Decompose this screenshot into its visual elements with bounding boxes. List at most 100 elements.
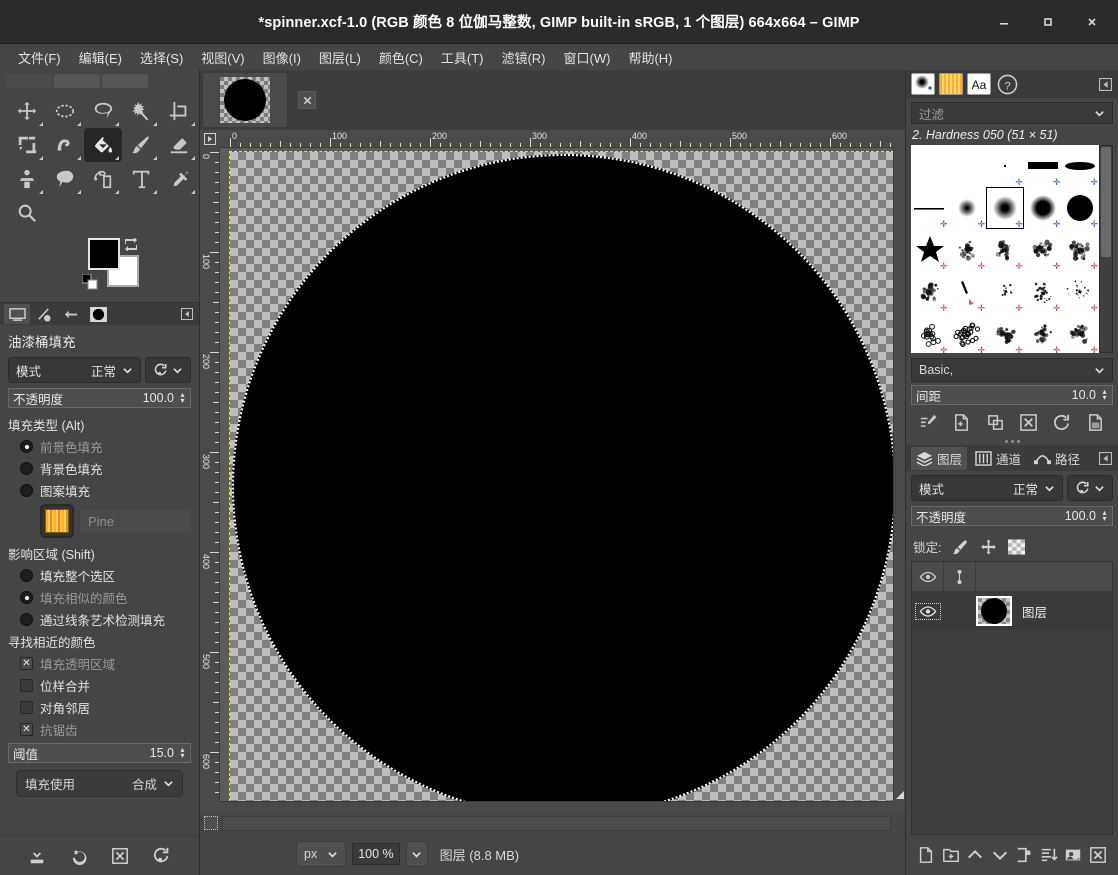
default-colors-icon[interactable] bbox=[82, 274, 98, 290]
brush-cell[interactable]: ✛ bbox=[1061, 271, 1099, 313]
quick-mask-toggle[interactable] bbox=[204, 816, 218, 830]
affected-area-line-art[interactable]: 通过线条艺术检测填充 bbox=[20, 610, 191, 629]
fill-type-foreground[interactable]: 前景色填充 bbox=[20, 437, 191, 456]
device-status-tab[interactable] bbox=[31, 304, 57, 324]
menu-select[interactable]: 选择(S) bbox=[132, 45, 191, 70]
horizontal-scrollbar[interactable] bbox=[220, 801, 893, 813]
brush-cell[interactable]: ✛ bbox=[986, 313, 1024, 353]
threshold-stepper[interactable]: ▴ ▾ bbox=[177, 746, 188, 760]
brush-grid[interactable]: ✛✛✛✛✛✛✛✛✛✛✛✛✛✛✛✛✛✛✛✛✛✛✛✛✛✛✛✛✛✛✛✛✛ bbox=[911, 145, 1099, 353]
delete-tool-options-button[interactable] bbox=[107, 844, 133, 868]
brush-cell[interactable]: ✛ bbox=[949, 271, 987, 313]
check-diagonal-neighbors[interactable]: ✕ 对角邻居 bbox=[20, 698, 191, 717]
close-button[interactable] bbox=[1070, 0, 1114, 44]
brush-cell[interactable]: ✛ bbox=[1024, 145, 1062, 187]
layer-list[interactable]: 图层 bbox=[911, 561, 1113, 835]
pattern-swatch[interactable] bbox=[40, 504, 74, 538]
brush-cell[interactable]: ✛ bbox=[1024, 271, 1062, 313]
toolbox-tab-1[interactable] bbox=[6, 74, 52, 88]
brushes-tab[interactable] bbox=[911, 73, 935, 95]
vertical-ruler[interactable]: 0 100 200 300 400 500 600 bbox=[200, 148, 220, 801]
layer-opacity-spinner[interactable]: 不透明度 100.0 ▴ ▾ bbox=[911, 506, 1113, 526]
brush-cell[interactable] bbox=[949, 145, 987, 187]
lock-alpha-icon[interactable] bbox=[1008, 538, 1026, 555]
close-image-button[interactable] bbox=[298, 91, 316, 109]
help-tab[interactable]: ? bbox=[995, 73, 1019, 95]
check-antialiasing[interactable]: ✕ 抗锯齿 bbox=[20, 720, 191, 739]
brush-cell[interactable]: ✛ bbox=[1061, 187, 1099, 229]
crop-tool[interactable] bbox=[160, 94, 198, 128]
brush-cell[interactable]: ✛ bbox=[1061, 145, 1099, 187]
threshold-spinner[interactable]: 阈值 15.0 ▴ ▾ bbox=[8, 743, 191, 763]
layer-mask-button[interactable] bbox=[1064, 846, 1082, 864]
raise-layer-button[interactable] bbox=[966, 846, 984, 864]
affected-area-similar-colors[interactable]: 填充相似的颜色 bbox=[20, 588, 191, 607]
edit-brush-button[interactable] bbox=[919, 413, 938, 432]
brush-cell[interactable]: ✛ bbox=[1061, 313, 1099, 353]
lock-pixels-icon[interactable] bbox=[952, 539, 969, 555]
reset-tool-options-button[interactable] bbox=[149, 844, 175, 868]
layer-opacity-stepper[interactable]: ▴ ▾ bbox=[1099, 509, 1110, 523]
menu-file[interactable]: 文件(F) bbox=[10, 45, 69, 70]
fuzzy-select-tool[interactable] bbox=[122, 94, 160, 128]
brush-cell[interactable]: ✛ bbox=[949, 187, 987, 229]
brush-cell[interactable]: ✛ bbox=[949, 229, 987, 271]
mode-combo[interactable]: 模式 正常 bbox=[8, 357, 141, 383]
brush-cell[interactable]: ✛ bbox=[1061, 229, 1099, 271]
brush-cell[interactable] bbox=[911, 145, 949, 187]
opacity-stepper[interactable]: ▴ ▾ bbox=[177, 391, 188, 405]
brush-cell[interactable]: ✛ bbox=[986, 145, 1024, 187]
brush-cell[interactable]: ✛ bbox=[911, 187, 949, 229]
smudge-tool[interactable] bbox=[46, 162, 84, 196]
toolbox-tab-2[interactable] bbox=[54, 74, 100, 88]
new-layer-button[interactable] bbox=[917, 846, 935, 864]
navigation-button[interactable] bbox=[894, 789, 906, 801]
paintbrush-tool[interactable] bbox=[122, 128, 160, 162]
dock-separator[interactable] bbox=[906, 437, 1118, 445]
menu-view[interactable]: 视图(V) bbox=[193, 45, 252, 70]
open-brush-as-image-button[interactable] bbox=[1086, 413, 1105, 432]
brush-cell[interactable]: ✛ bbox=[911, 229, 949, 271]
menu-layer[interactable]: 图层(L) bbox=[311, 45, 369, 70]
zoom-dropdown-button[interactable] bbox=[405, 841, 428, 867]
check-sample-merged[interactable]: ✕ 位样合并 bbox=[20, 676, 191, 695]
foreground-color-swatch[interactable] bbox=[88, 238, 120, 270]
new-brush-button[interactable] bbox=[952, 413, 971, 432]
save-tool-options-button[interactable] bbox=[24, 844, 50, 868]
duplicate-brush-button[interactable] bbox=[986, 413, 1005, 432]
warp-tool[interactable] bbox=[46, 128, 84, 162]
restore-tool-options-button[interactable] bbox=[66, 844, 92, 868]
toolbox-tab-3[interactable] bbox=[102, 74, 148, 88]
ellipse-select-tool[interactable] bbox=[46, 94, 84, 128]
ruler-origin-button[interactable] bbox=[200, 130, 220, 148]
fill-type-background[interactable]: 背景色填充 bbox=[20, 459, 191, 478]
zoom-tool[interactable] bbox=[8, 196, 46, 230]
brush-cell[interactable]: ✛ bbox=[911, 313, 949, 353]
brush-cell[interactable]: ✛ bbox=[1024, 229, 1062, 271]
merge-down-button[interactable] bbox=[1040, 846, 1058, 864]
check-fill-transparent[interactable]: ✕ 填充透明区域 bbox=[20, 654, 191, 673]
layer-mode-reset-button[interactable] bbox=[1067, 475, 1113, 501]
fill-by-combo[interactable]: 填充使用 合成 bbox=[16, 770, 183, 797]
patterns-tab[interactable] bbox=[939, 73, 963, 95]
lock-position-icon[interactable] bbox=[980, 538, 997, 555]
brush-cell[interactable]: ✛ bbox=[1024, 187, 1062, 229]
layers-tab[interactable]: 图层 bbox=[911, 446, 968, 470]
horizontal-ruler[interactable]: 0 100 200 300 400 500 600 bbox=[220, 130, 893, 148]
layer-visibility-toggle[interactable] bbox=[912, 602, 944, 620]
clone-tool[interactable] bbox=[8, 162, 46, 196]
brush-filter-input[interactable]: 过滤 bbox=[911, 102, 1113, 124]
duplicate-layer-button[interactable] bbox=[1015, 846, 1033, 864]
fill-type-pattern[interactable]: 图案填充 bbox=[20, 481, 191, 500]
brushes-dock-menu-button[interactable] bbox=[1099, 77, 1112, 91]
new-layer-group-button[interactable] bbox=[942, 846, 960, 864]
menu-windows[interactable]: 窗口(W) bbox=[556, 45, 619, 70]
delete-layer-button[interactable] bbox=[1089, 846, 1107, 864]
brush-cell[interactable]: ✛ bbox=[1024, 313, 1062, 353]
tool-options-tab[interactable] bbox=[4, 304, 30, 324]
fonts-tab[interactable]: Aa bbox=[967, 73, 991, 95]
menu-filters[interactable]: 滤镜(R) bbox=[493, 45, 553, 70]
spacing-spinner[interactable]: 间距 10.0 ▴ ▾ bbox=[911, 385, 1113, 405]
brush-cell[interactable]: ✛ bbox=[949, 313, 987, 353]
spacing-stepper[interactable]: ▴ ▾ bbox=[1099, 388, 1110, 402]
